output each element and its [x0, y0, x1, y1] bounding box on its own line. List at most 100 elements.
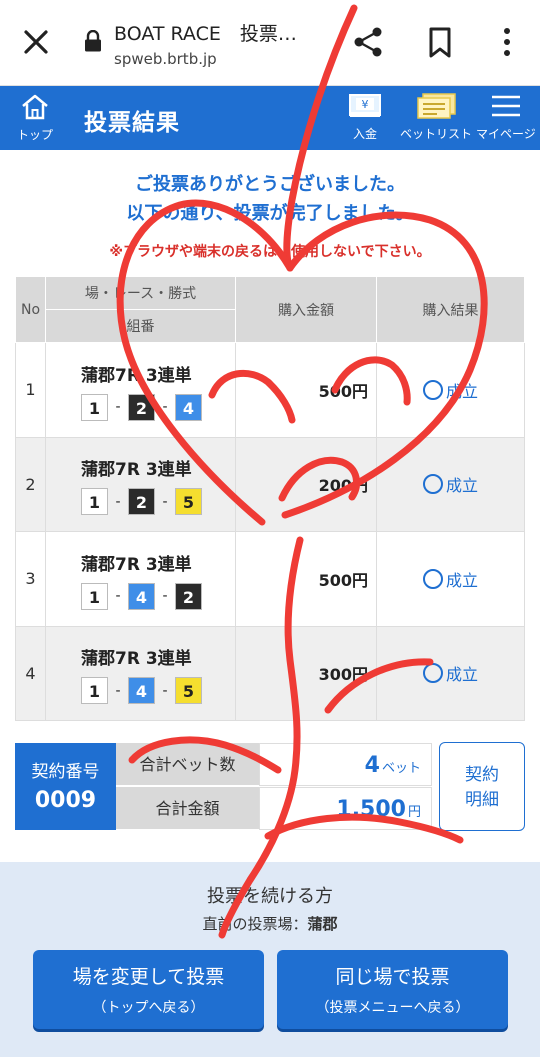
combination: 1-2-5: [81, 488, 235, 516]
race-name: 蒲郡7R 3連単: [81, 365, 192, 386]
result-text: 成立: [445, 476, 478, 496]
boat-number-badge: 2: [128, 393, 155, 421]
race-cell: 蒲郡7R 3連単 1-4-5: [45, 625, 236, 721]
table-row: 4 蒲郡7R 3連単 1-4-5 300円 成立: [15, 625, 525, 721]
boat-number-badge: 2: [128, 488, 155, 516]
close-icon[interactable]: [18, 24, 54, 60]
combo-separator: -: [162, 682, 168, 699]
bet-unit: ベット: [381, 761, 421, 776]
page-title-bar: BOAT RACE 投票…: [114, 23, 297, 45]
boat-number-badge: 1: [81, 582, 108, 610]
betlist-button[interactable]: ベットリスト: [400, 92, 472, 142]
table-row: 3 蒲郡7R 3連単 1-4-2 500円 成立: [15, 531, 525, 627]
deposit-button[interactable]: ¥ 入金: [346, 92, 384, 142]
mypage-label: マイページ: [476, 127, 536, 141]
row-number: 3: [15, 531, 46, 627]
continue-text: 投票を続ける方: [207, 886, 333, 907]
warning-message: ※ブラウザや端末の戻るは、使用しないで下さい。: [109, 244, 431, 260]
combo-separator: -: [115, 399, 121, 416]
boat-number-badge: 5: [175, 677, 202, 705]
row-number: 1: [15, 342, 46, 438]
race-name: 蒲郡7R 3連単: [81, 554, 192, 575]
boat-number-badge: 1: [81, 488, 108, 516]
change-venue-button[interactable]: 場を変更して投票 （トップへ戻る）: [33, 950, 264, 1029]
result-text: 成立: [445, 570, 478, 590]
same-venue-sub: （投票メニューへ戻る）: [315, 1000, 470, 1016]
site-header: トップ 投票結果 ¥ 入金 ベットリスト マイページ: [0, 86, 540, 150]
boat-number-badge: 1: [81, 677, 108, 705]
lock-icon: [85, 30, 101, 52]
recent-venue-line: 直前の投票場：蒲郡: [0, 913, 540, 934]
contract-number-box: 契約番号 0009: [15, 743, 116, 830]
row-number: 4: [15, 625, 46, 721]
race-name: 蒲郡7R 3連単: [81, 649, 192, 670]
bookmark-icon[interactable]: [424, 24, 456, 60]
race-cell: 蒲郡7R 3連単 1-2-4: [45, 342, 236, 438]
circle-ok-icon: [422, 568, 443, 589]
purchase-result: 成立: [376, 342, 525, 438]
boat-number-badge: 2: [175, 582, 202, 610]
continue-section: 投票を続ける方 直前の投票場：蒲郡 場を変更して投票 （トップへ戻る） 同じ場で…: [0, 862, 540, 1057]
result-text: 成立: [445, 665, 478, 685]
purchase-result: 成立: [376, 436, 525, 532]
bet-count-label: 合計ベット数: [116, 743, 259, 786]
deposit-icon: ¥: [349, 94, 381, 117]
page-heading: 投票結果: [84, 110, 180, 136]
url-text[interactable]: spweb.brtb.jp: [114, 50, 217, 68]
boat-number-badge: 4: [128, 677, 155, 705]
combination: 1-4-5: [81, 677, 235, 705]
race-cell: 蒲郡7R 3連単 1-4-2: [45, 531, 236, 627]
total-amount: 1,500: [336, 797, 406, 822]
more-vert-icon[interactable]: [492, 24, 522, 60]
home-label: トップ: [16, 128, 53, 142]
detail-line-1: 契約: [465, 765, 499, 785]
recent-venue: 蒲郡: [307, 915, 338, 933]
result-table: No 場・レース・勝式 購入金額 購入結果 組番 1 蒲郡7R 3連単 1-2-4 5…: [15, 276, 525, 721]
betlist-icon: [417, 93, 456, 119]
share-icon[interactable]: [350, 24, 386, 60]
combo-separator: -: [162, 493, 168, 510]
race-cell: 蒲郡7R 3連単 1-2-5: [45, 436, 236, 532]
menu-icon: [491, 95, 520, 117]
contract-detail-button[interactable]: 契約 明細: [439, 742, 525, 831]
boat-number-badge: 1: [81, 393, 108, 421]
same-venue-main: 同じ場で投票: [335, 966, 450, 988]
combo-separator: -: [162, 399, 168, 416]
purchase-amount: 500円: [235, 342, 377, 438]
header-race: 場・レース・勝式: [45, 276, 236, 310]
header-amount: 購入金額: [235, 276, 377, 343]
deposit-label: 入金: [352, 127, 377, 141]
boat-number-badge: 4: [128, 582, 155, 610]
circle-ok-icon: [422, 663, 443, 684]
boat-number-badge: 4: [175, 393, 202, 421]
contract-number: 0009: [34, 788, 97, 813]
detail-line-2: 明細: [465, 790, 499, 810]
combo-separator: -: [115, 493, 121, 510]
total-value: 1,500 円: [259, 787, 432, 830]
mypage-button[interactable]: マイページ: [476, 92, 536, 142]
bet-count: 4: [364, 753, 380, 778]
combo-separator: -: [162, 588, 168, 605]
table-row: 2 蒲郡7R 3連単 1-2-5 200円 成立: [15, 436, 525, 532]
purchase-amount: 200円: [235, 436, 377, 532]
combination: 1-4-2: [81, 582, 235, 610]
home-button[interactable]: トップ: [10, 92, 60, 143]
recent-label: 直前の投票場：: [202, 915, 308, 933]
change-venue-main: 場を変更して投票: [72, 966, 225, 988]
purchase-amount: 300円: [235, 625, 377, 721]
result-text: 成立: [445, 381, 478, 401]
thanks-line-1: ご投票ありがとうございました。: [135, 174, 405, 195]
header-no: No: [15, 276, 46, 343]
combination: 1-2-4: [81, 393, 235, 421]
purchase-result: 成立: [376, 531, 525, 627]
thanks-message: ご投票ありがとうございました。 以下の通り、投票が完了しました。: [0, 170, 540, 228]
boat-number-badge: 5: [175, 488, 202, 516]
purchase-amount: 500円: [235, 531, 377, 627]
same-venue-button[interactable]: 同じ場で投票 （投票メニューへ戻る）: [277, 950, 508, 1029]
race-name: 蒲郡7R 3連単: [81, 460, 192, 481]
circle-ok-icon: [422, 474, 443, 495]
svg-text:¥: ¥: [362, 98, 369, 111]
change-venue-sub: （トップへ戻る）: [92, 1000, 205, 1016]
thanks-line-2: 以下の通り、投票が完了しました。: [126, 203, 414, 224]
purchase-result: 成立: [376, 625, 525, 721]
